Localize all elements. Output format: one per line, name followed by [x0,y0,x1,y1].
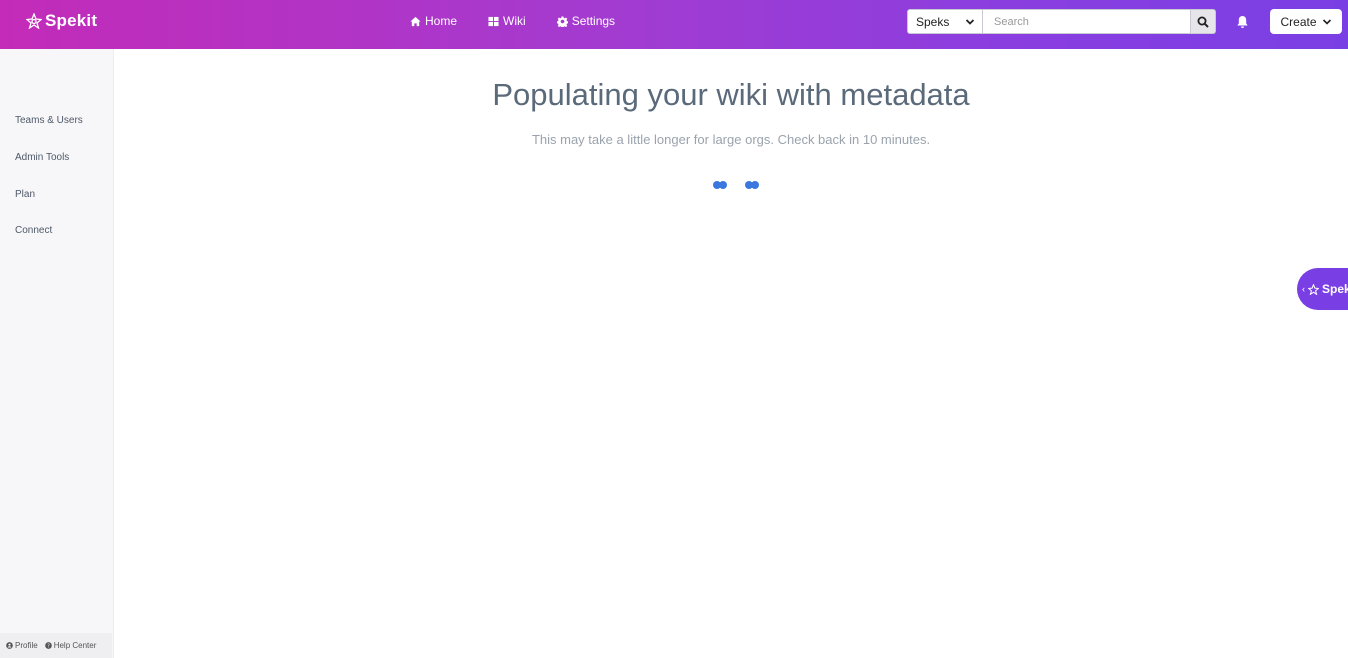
home-icon [410,16,421,26]
top-navbar: Spekit Home Wiki Settings Speks Create [0,0,1348,49]
sidebar-item-plan[interactable]: Plan [15,189,35,200]
question-circle-icon: ? [44,642,52,649]
brand-name: Spekit [45,11,98,30]
nav-home[interactable]: Home [410,14,457,28]
search-scope-value: Speks [916,14,950,29]
grid-icon [488,16,499,26]
main-nav: Home Wiki Settings [410,14,615,28]
help-center-link[interactable]: ? Help Center [44,641,97,650]
nav-settings-label: Settings [571,14,616,28]
spekit-logo-icon [26,13,42,29]
sidebar-item-teams-users[interactable]: Teams & Users [15,115,83,126]
sidebar: Teams & Users Admin Tools Plan Connect P… [0,49,114,658]
side-tab-label: Spek [1322,282,1348,296]
nav-wiki[interactable]: Wiki [488,14,526,28]
profile-link[interactable]: Profile [6,641,38,650]
spekit-logo[interactable]: Spekit [26,11,97,31]
sidebar-footer: Profile ? Help Center [0,633,112,658]
search-scope-select[interactable]: Speks [907,9,983,34]
loading-spinner-icon [713,181,759,189]
chevron-down-icon [1322,18,1331,25]
profile-label: Profile [15,641,38,650]
search-icon [1197,16,1209,28]
nav-settings[interactable]: Settings [556,14,616,28]
page-title: Populating your wiki with metadata [492,77,970,112]
sidebar-item-connect[interactable]: Connect [15,225,52,236]
search-input[interactable] [983,9,1191,34]
nav-wiki-label: Wiki [503,14,526,28]
help-center-label: Help Center [53,641,97,650]
spekit-logo-icon [1308,283,1319,295]
search-button[interactable] [1191,9,1216,34]
svg-text:?: ? [47,643,50,649]
bell-icon[interactable] [1236,15,1249,29]
gear-icon [556,15,568,27]
page-subtitle: This may take a little longer for large … [531,132,931,147]
chevron-left-icon: ‹ [1302,284,1305,294]
chevron-down-icon [965,18,975,25]
spekit-side-tab[interactable]: ‹ Spek [1297,268,1348,310]
search-bar: Speks [907,9,1216,34]
sidebar-item-admin-tools[interactable]: Admin Tools [15,152,69,163]
nav-home-label: Home [425,14,458,28]
user-circle-icon [6,642,13,649]
create-button-label: Create [1280,14,1317,29]
create-button[interactable]: Create [1270,9,1342,34]
